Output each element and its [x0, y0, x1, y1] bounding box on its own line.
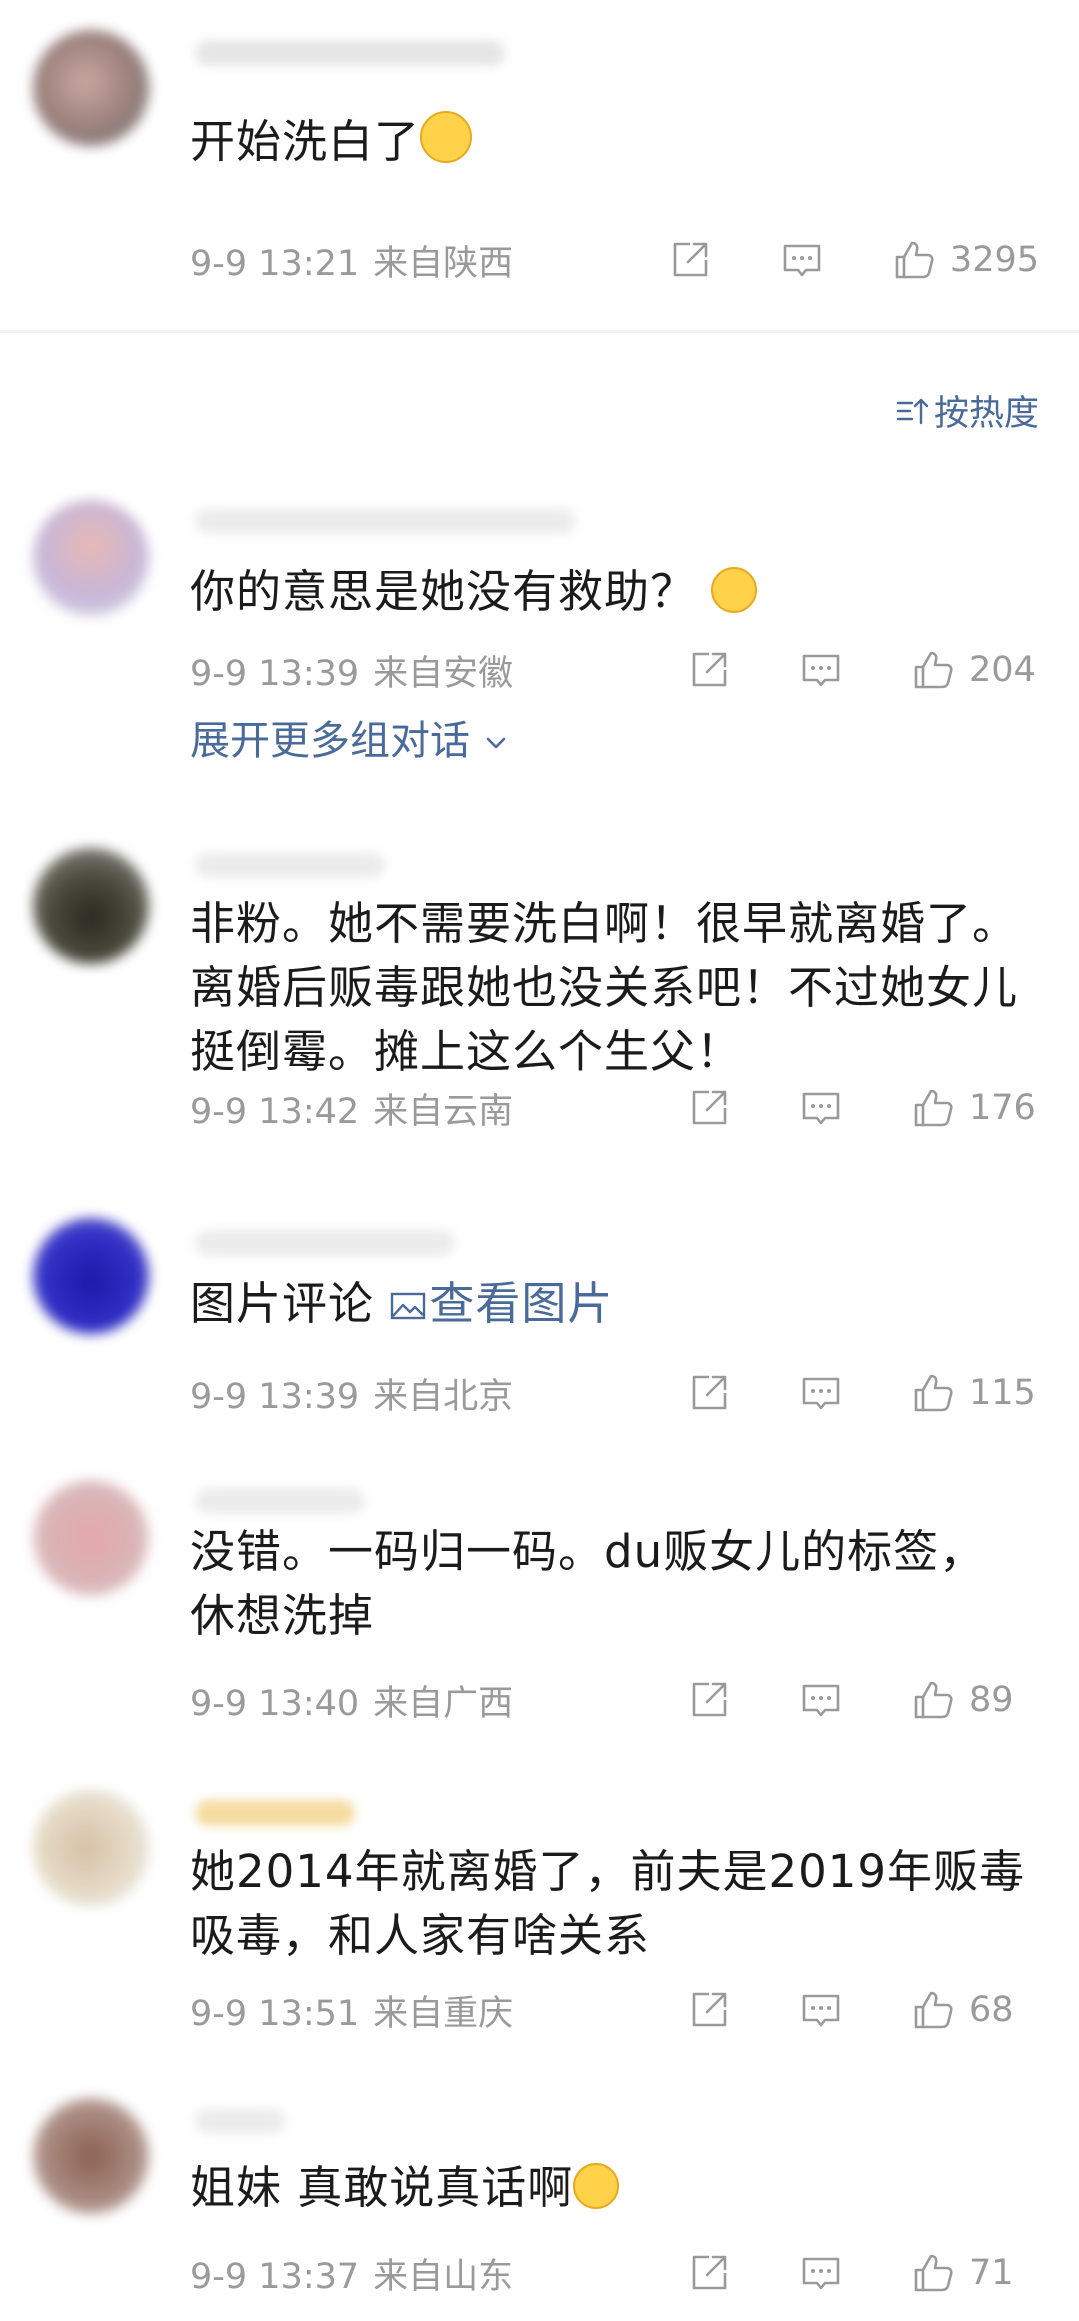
comment-actions: 71: [687, 2248, 1039, 2298]
comment-meta: 9-9 13:39 来自安徽: [190, 645, 513, 696]
comment-icon[interactable]: [799, 2251, 843, 2295]
comment-text: 没错。一码归一码。du贩女儿的标签，休想洗掉: [190, 1525, 986, 1642]
comment-meta: 9-9 13:42 来自云南: [190, 1083, 513, 1134]
share-icon[interactable]: [687, 1988, 731, 2032]
comment-icon[interactable]: [799, 1086, 843, 1130]
comment-text: 图片评论 查看图片: [190, 1277, 614, 1330]
like-count: 115: [969, 1373, 1036, 1413]
share-icon[interactable]: [687, 648, 731, 692]
chevron-down-icon: [486, 737, 506, 749]
comment-location: 来自重庆: [373, 1994, 514, 2034]
comment-icon[interactable]: [780, 238, 824, 282]
username[interactable]: [195, 852, 385, 878]
avatar[interactable]: [33, 2098, 149, 2214]
share-icon[interactable]: [687, 1371, 731, 1415]
share-icon[interactable]: [687, 2251, 731, 2295]
expand-conversation-link[interactable]: 展开更多组对话: [190, 708, 509, 766]
sort-icon: [896, 398, 929, 424]
thumbs-up-icon[interactable]: [911, 1086, 955, 1130]
sort-button[interactable]: 按热度: [894, 385, 1039, 436]
comment-time: 9-9 13:42: [190, 1092, 360, 1132]
username[interactable]: [195, 40, 505, 66]
username[interactable]: [195, 1230, 455, 1256]
comment-location: 来自广西: [373, 1684, 514, 1724]
comment-meta: 9-9 13:37 来自山东: [190, 2248, 513, 2299]
image-icon: [391, 1292, 426, 1320]
like-count: 176: [969, 1088, 1036, 1128]
comment-meta: 9-9 13:51 来自重庆: [190, 1985, 513, 2036]
comment-item: 开始洗白了 9-9 13:21 来自陕西 3295: [0, 0, 1079, 330]
avatar[interactable]: [33, 500, 149, 616]
comment-icon[interactable]: [799, 1678, 843, 1722]
avatar[interactable]: [33, 1218, 149, 1334]
like-count: 89: [969, 1680, 1014, 1720]
thumbs-up-icon[interactable]: [911, 1678, 955, 1722]
comment-location: 来自云南: [373, 1092, 514, 1132]
comment-location: 来自北京: [373, 1377, 514, 1417]
comment-location: 来自陕西: [373, 244, 514, 284]
username[interactable]: [195, 1800, 355, 1826]
comment-item: 她2014年就离婚了，前夫是2019年贩毒吸毒，和人家有啥关系 9-9 13:5…: [0, 1770, 1079, 2070]
username[interactable]: [195, 2108, 285, 2134]
like-count: 3295: [949, 240, 1039, 280]
avatar[interactable]: [33, 848, 149, 964]
comment-icon[interactable]: [799, 648, 843, 692]
comment-item: 你的意思是她没有救助？ 9-9 13:39 来自安徽 204: [0, 480, 1079, 800]
comment-icon[interactable]: [799, 1371, 843, 1415]
comment-actions: 176: [687, 1083, 1039, 1133]
avatar[interactable]: [33, 30, 149, 146]
thumbs-up-icon[interactable]: [911, 1988, 955, 2032]
divider: [0, 330, 1079, 333]
like-count: 68: [969, 1990, 1014, 2030]
comment-actions: 3295: [668, 235, 1039, 285]
comment-text: 你的意思是她没有救助？: [190, 560, 1039, 624]
thumbs-up-icon[interactable]: [892, 238, 936, 282]
username[interactable]: [195, 1488, 365, 1514]
comment-location: 来自山东: [373, 2257, 514, 2297]
comment-item: 姐妹 真敢说真话啊 9-9 13:37 来自山东 71: [0, 2080, 1079, 2321]
thumbs-up-icon[interactable]: [911, 1371, 955, 1415]
comment-time: 9-9 13:39: [190, 654, 360, 694]
comment-text: 非粉。她不需要洗白啊！很早就离婚了。离婚后贩毒跟她也没关系吧！不过她女儿挺倒霉。…: [190, 897, 1019, 1078]
share-icon[interactable]: [668, 238, 712, 282]
comment-time: 9-9 13:51: [190, 1994, 360, 2034]
thumbs-up-icon[interactable]: [911, 648, 955, 692]
comment-item: 非粉。她不需要洗白啊！很早就离婚了。离婚后贩毒跟她也没关系吧！不过她女儿挺倒霉。…: [0, 830, 1079, 1190]
comment-text: 开始洗白了: [190, 110, 1039, 174]
share-icon[interactable]: [687, 1678, 731, 1722]
comment-location: 来自安徽: [373, 654, 514, 694]
comment-actions: 89: [687, 1675, 1039, 1725]
avatar[interactable]: [33, 1790, 149, 1906]
comment-text: 她2014年就离婚了，前夫是2019年贩毒吸毒，和人家有啥关系: [190, 1845, 1026, 1962]
comment-meta: 9-9 13:40 来自广西: [190, 1675, 513, 1726]
like-count: 71: [969, 2253, 1014, 2293]
comment-meta: 9-9 13:21 来自陕西: [190, 235, 513, 286]
comment-actions: 115: [687, 1368, 1039, 1418]
comment-time: 9-9 13:37: [190, 2257, 360, 2297]
shocked-emoji-icon: [420, 111, 473, 163]
comment-time: 9-9 13:21: [190, 244, 360, 284]
comment-meta: 9-9 13:39 来自北京: [190, 1368, 513, 1419]
sort-label: 按热度: [933, 394, 1039, 434]
comment-time: 9-9 13:39: [190, 1377, 360, 1417]
share-icon[interactable]: [687, 1086, 731, 1130]
comment-actions: 68: [687, 1985, 1039, 2035]
thinking-emoji-icon: [711, 567, 758, 613]
comment-text: 姐妹 真敢说真话啊: [190, 2156, 1039, 2220]
comment-icon[interactable]: [799, 1988, 843, 2032]
view-image-link[interactable]: 查看图片: [389, 1277, 613, 1330]
crying-laughing-emoji-icon: [573, 2163, 620, 2209]
comment-item: 没错。一码归一码。du贩女儿的标签，休想洗掉 9-9 13:40 来自广西 89: [0, 1460, 1079, 1760]
expand-label: 展开更多组对话: [190, 718, 470, 764]
comment-actions: 204: [687, 645, 1039, 695]
comment-item: 图片评论 查看图片 9-9 13:39 来自北京 115: [0, 1200, 1079, 1450]
username[interactable]: [195, 508, 575, 534]
comment-time: 9-9 13:40: [190, 1684, 360, 1724]
avatar[interactable]: [33, 1480, 149, 1596]
thumbs-up-icon[interactable]: [911, 2251, 955, 2295]
like-count: 204: [969, 650, 1036, 690]
